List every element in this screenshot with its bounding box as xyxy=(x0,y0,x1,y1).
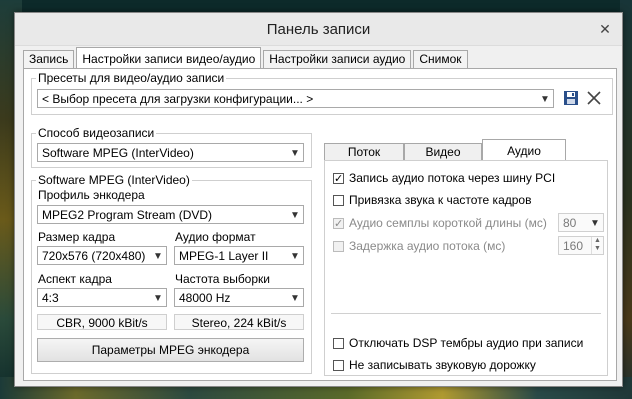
stream-delay-value: 160 xyxy=(563,239,584,253)
bind-framerate-option[interactable]: Привязка звука к частоте кадров xyxy=(333,193,531,207)
spinner-arrows-icon: ▲ ▼ xyxy=(591,237,603,254)
preset-select-value: < Выбор пресета для загрузки конфигураци… xyxy=(42,92,314,106)
chevron-down-icon: ▼ xyxy=(153,293,163,304)
frame-size-select[interactable]: 720x576 (720x480) ▼ xyxy=(37,246,167,265)
aspect-ratio-select[interactable]: 4:3 ▼ xyxy=(37,288,167,307)
close-icon[interactable] xyxy=(585,89,603,107)
stream-delay-spinner: 160 ▲ ▼ xyxy=(558,236,604,255)
subtab-stream[interactable]: Поток xyxy=(324,143,404,160)
save-icon[interactable] xyxy=(562,89,580,107)
disable-dsp-option[interactable]: Отключать DSP тембры аудио при записи xyxy=(333,336,583,350)
title-bar[interactable]: Панель записи ✕ xyxy=(15,13,622,46)
recording-panel-window: Панель записи ✕ Запись Настройки записи … xyxy=(14,12,623,387)
tab-video-audio-settings[interactable]: Настройки записи видео/аудио xyxy=(76,47,262,68)
disable-dsp-label: Отключать DSP тембры аудио при записи xyxy=(349,336,584,350)
audio-options-panel: ✓ Запись аудио потока через шину PCI При… xyxy=(324,160,608,376)
disable-dsp-checkbox[interactable] xyxy=(333,337,344,349)
capture-method-select[interactable]: Software MPEG (InterVideo) ▼ xyxy=(37,143,304,162)
capture-method-value: Software MPEG (InterVideo) xyxy=(42,146,194,160)
video-bitrate-info: CBR, 9000 kBit/s xyxy=(37,314,167,330)
subtab-video[interactable]: Видео xyxy=(404,143,482,160)
short-samples-checkbox: ✓ xyxy=(333,217,344,230)
aspect-ratio-value: 4:3 xyxy=(42,291,59,305)
chevron-down-icon: ▼ xyxy=(590,218,600,229)
subtabs: Поток Видео Аудио xyxy=(324,139,566,160)
no-audio-track-label: Не записывать звуковую дорожку xyxy=(349,358,536,372)
audio-format-label: Аудио формат xyxy=(175,230,256,244)
sample-rate-value: 48000 Hz xyxy=(179,291,231,305)
audio-format-value: MPEG-1 Layer II xyxy=(179,249,269,263)
mpeg-encoder-params-button[interactable]: Параметры MPEG энкодера xyxy=(37,338,304,362)
sample-rate-select[interactable]: 48000 Hz ▼ xyxy=(174,288,304,307)
chevron-down-icon: ▼ xyxy=(153,251,163,262)
window-title: Панель записи xyxy=(266,21,371,38)
bind-framerate-checkbox[interactable] xyxy=(333,194,344,206)
audio-format-select[interactable]: MPEG-1 Layer II ▼ xyxy=(174,246,304,265)
pci-bus-option[interactable]: ✓ Запись аудио потока через шину PCI xyxy=(333,171,555,185)
frame-size-value: 720x576 (720x480) xyxy=(42,249,146,263)
settings-panel: Пресеты для видео/аудио записи < Выбор п… xyxy=(23,68,617,381)
chevron-down-icon: ▼ xyxy=(290,148,300,159)
encoder-profile-label: Профиль энкодера xyxy=(38,188,145,202)
short-samples-value: 80 xyxy=(563,216,577,230)
encoder-profile-value: MPEG2 Program Stream (DVD) xyxy=(42,208,213,222)
software-mpeg-group: Software MPEG (InterVideo) Профиль энкод… xyxy=(31,173,312,374)
stream-delay-checkbox xyxy=(333,240,344,252)
capture-method-group: Способ видеозаписи Software MPEG (InterV… xyxy=(31,126,312,168)
close-icon[interactable]: ✕ xyxy=(594,20,616,38)
subtab-audio[interactable]: Аудио xyxy=(482,139,566,160)
bind-framerate-label: Привязка звука к частоте кадров xyxy=(349,193,532,207)
chevron-down-icon: ▼ xyxy=(290,210,300,221)
aspect-ratio-label: Аспект кадра xyxy=(38,272,112,286)
software-mpeg-title: Software MPEG (InterVideo) xyxy=(36,173,192,187)
main-tabs: Запись Настройки записи видео/аудио Наст… xyxy=(23,47,470,69)
divider xyxy=(331,313,601,314)
tab-recording[interactable]: Запись xyxy=(23,50,75,68)
tab-audio-settings[interactable]: Настройки записи аудио xyxy=(263,50,412,68)
audio-bitrate-info: Stereo, 224 kBit/s xyxy=(174,314,304,330)
short-samples-label: Аудио семплы короткой длины (мс) xyxy=(349,216,547,230)
chevron-down-icon: ▼ xyxy=(290,251,300,262)
chevron-down-icon: ▼ xyxy=(290,293,300,304)
preset-select[interactable]: < Выбор пресета для загрузки конфигураци… xyxy=(37,89,554,108)
frame-size-label: Размер кадра xyxy=(38,230,116,244)
presets-group-title: Пресеты для видео/аудио записи xyxy=(36,71,227,85)
no-audio-track-option[interactable]: Не записывать звуковую дорожку xyxy=(333,358,536,372)
encoder-profile-select[interactable]: MPEG2 Program Stream (DVD) ▼ xyxy=(37,205,304,224)
chevron-down-icon: ▼ xyxy=(540,94,550,105)
presets-group: Пресеты для видео/аудио записи < Выбор п… xyxy=(31,71,613,115)
pci-bus-checkbox[interactable]: ✓ xyxy=(333,172,344,184)
capture-method-title: Способ видеозаписи xyxy=(36,126,157,140)
tab-snapshot[interactable]: Снимок xyxy=(413,50,468,68)
stream-delay-option: Задержка аудио потока (мс) xyxy=(333,239,505,253)
no-audio-track-checkbox[interactable] xyxy=(333,359,344,371)
short-samples-option: ✓ Аудио семплы короткой длины (мс) xyxy=(333,216,547,230)
stream-delay-label: Задержка аудио потока (мс) xyxy=(349,239,506,253)
sample-rate-label: Частота выборки xyxy=(175,272,270,286)
pci-bus-label: Запись аудио потока через шину PCI xyxy=(349,171,556,185)
short-samples-select: 80 ▼ xyxy=(558,213,604,232)
